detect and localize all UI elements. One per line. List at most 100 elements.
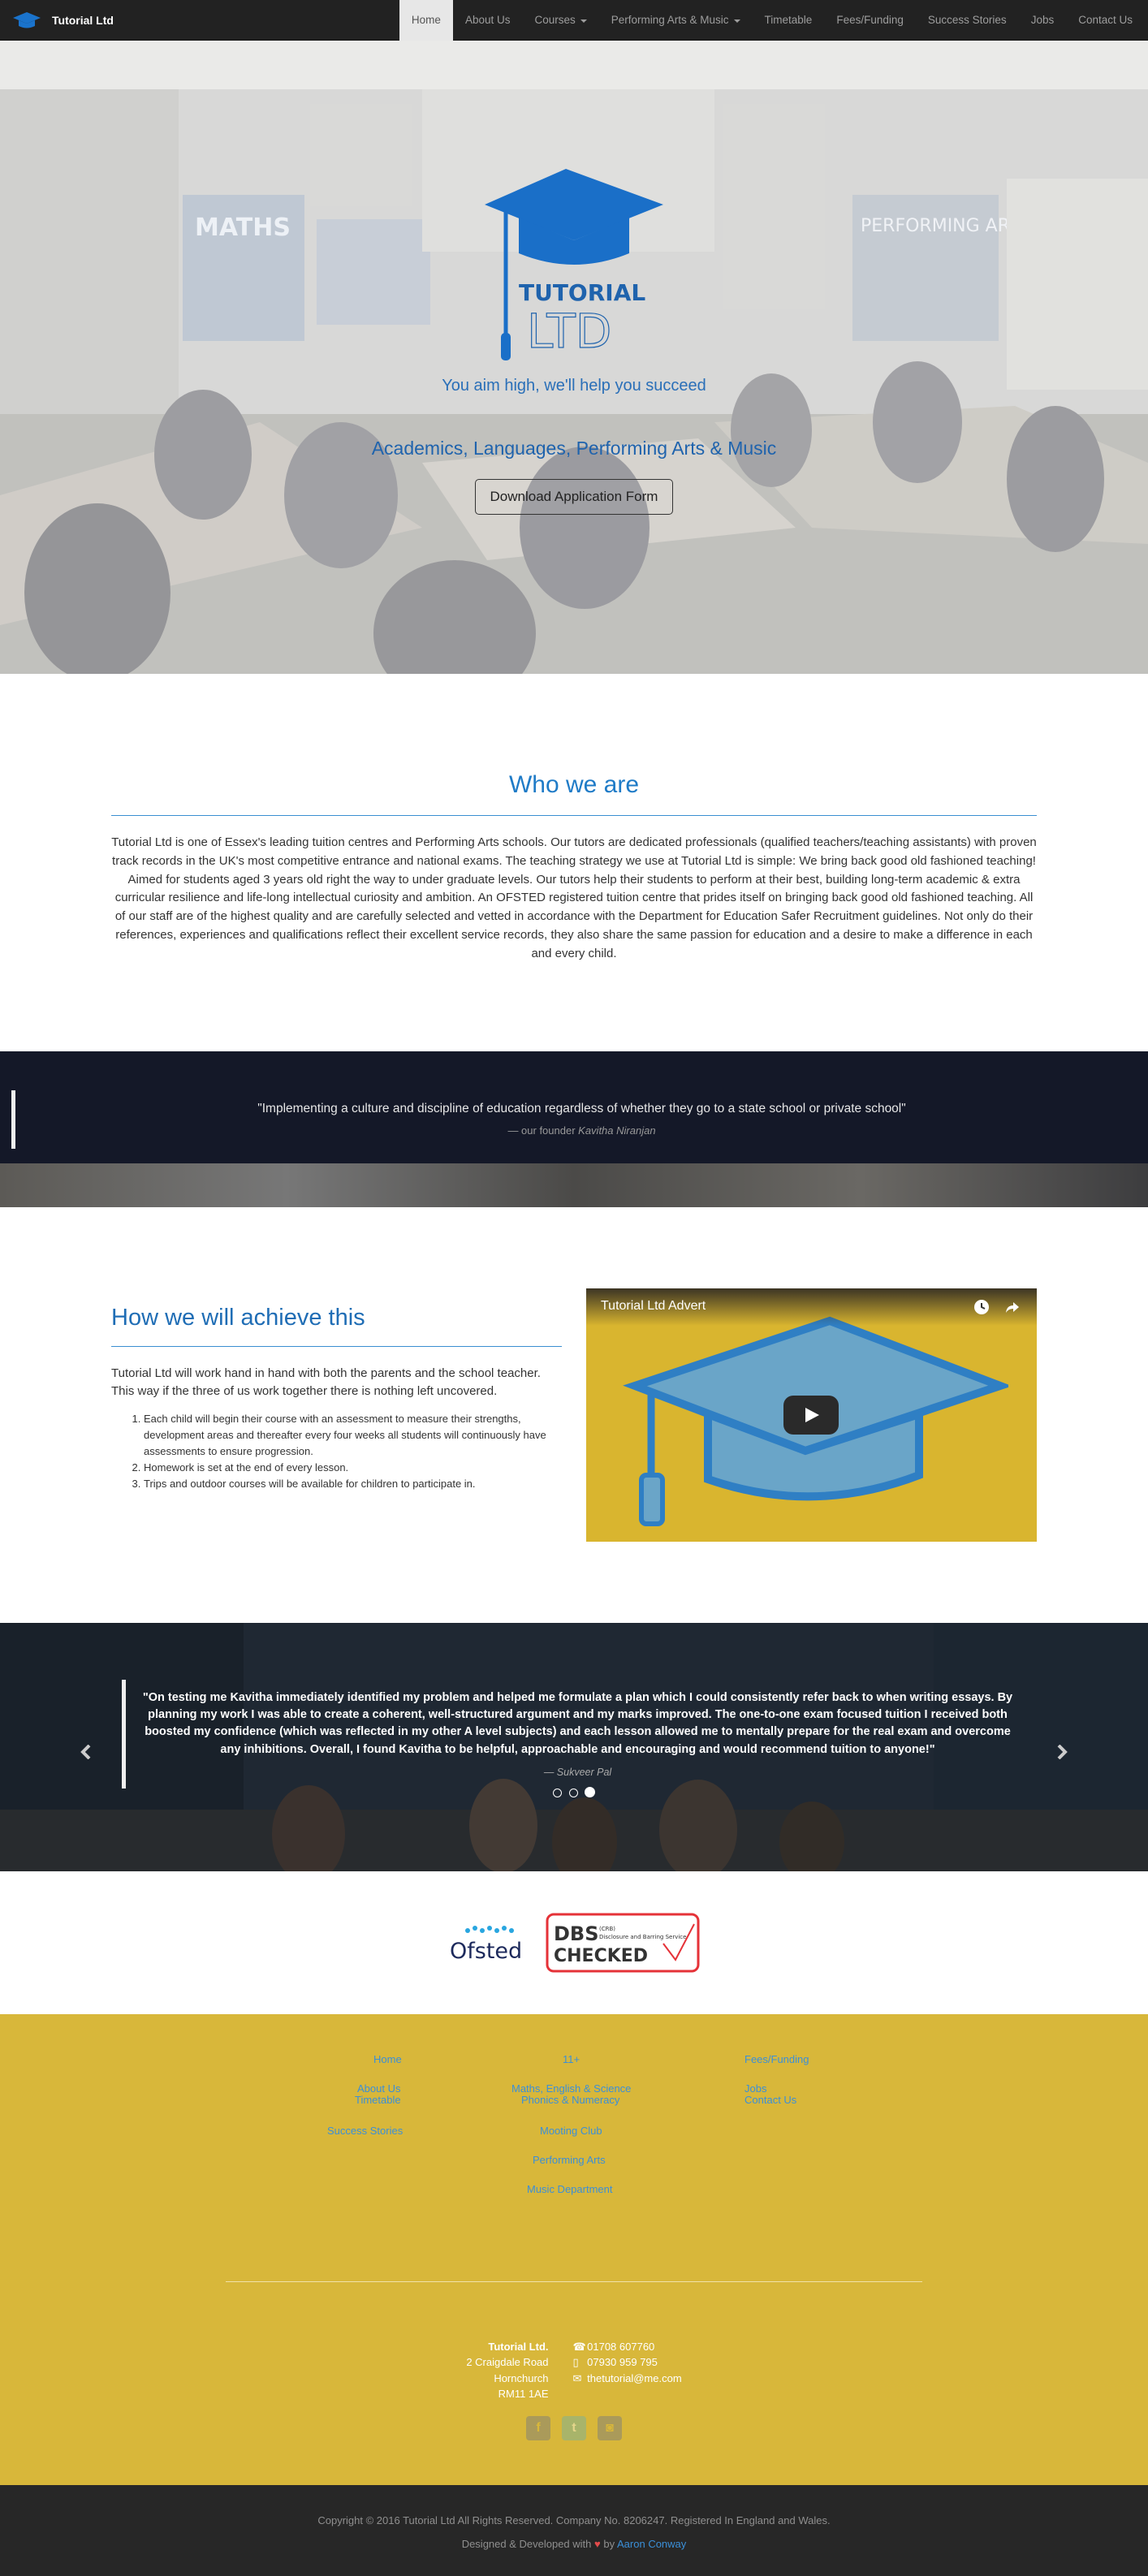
nav-jobs[interactable]: Jobs <box>1019 0 1067 41</box>
hero-content: TUTORIAL LTD You aim high, we'll help yo… <box>0 162 1148 515</box>
nav-contact-label: Contact Us <box>1078 14 1133 26</box>
nav-fees[interactable]: Fees/Funding <box>824 0 916 41</box>
nav-about[interactable]: About Us <box>453 0 523 41</box>
hero-subline: Academics, Languages, Performing Arts & … <box>371 438 777 459</box>
footer-link-success-stories[interactable]: Success Stories <box>327 2125 403 2137</box>
chevron-down-icon <box>733 19 740 23</box>
chevron-right-icon[interactable] <box>1055 1744 1069 1759</box>
footer-link-music[interactable]: Music Department <box>527 2183 612 2195</box>
section-divider <box>111 1345 562 1347</box>
quote-author-prefix: — our founder <box>507 1124 579 1137</box>
nav-home-label: Home <box>411 14 441 26</box>
phone-link[interactable]: 01708 607760 <box>587 2341 654 2353</box>
nav-success-label: Success Stories <box>927 14 1007 26</box>
testimonial-author: — Sukveer Pal <box>543 1767 612 1779</box>
footer-link-mooting[interactable]: Mooting Club <box>540 2125 602 2137</box>
carousel-dot[interactable] <box>553 1788 563 1797</box>
nav-contact[interactable]: Contact Us <box>1066 0 1145 41</box>
founder-quote: "Implementing a culture and discipline o… <box>11 1090 1148 1149</box>
hero-tagline: You aim high, we'll help you succeed <box>442 377 706 395</box>
hero-section: MATHS PERFORMING ARTS TUTORIAL LTD You a… <box>0 41 1148 674</box>
footer-link-maths-english-science[interactable]: Maths, English & Science <box>511 2082 631 2095</box>
facebook-icon[interactable]: f <box>526 2415 550 2440</box>
nav-timetable-label: Timetable <box>764 14 813 26</box>
quote-author-name: Kavitha Niranjan <box>578 1124 656 1137</box>
dbs-crb-text: (CRB) <box>599 1926 615 1932</box>
nav-timetable[interactable]: Timetable <box>753 0 825 41</box>
footer-link-11plus[interactable]: 11+ <box>563 2053 580 2065</box>
watch-later-icon[interactable] <box>973 1299 990 1315</box>
who-we-are-body: Tutorial Ltd is one of Essex's leading t… <box>111 835 1037 960</box>
nav-about-label: About Us <box>464 14 511 26</box>
footer-link-home[interactable]: Home <box>373 2053 402 2065</box>
dbs-checked-logo: DBS CHECKED (CRB) Disclosure and Barring… <box>546 1913 700 1973</box>
how-title: How we will achieve this <box>111 1304 365 1331</box>
email-link[interactable]: thetutorial@me.com <box>587 2372 682 2384</box>
footer-link-performing-arts[interactable]: Performing Arts <box>533 2154 606 2166</box>
twitter-icon[interactable]: t <box>562 2415 586 2440</box>
testimonial-text: "On testing me Kavitha immediately ident… <box>142 1690 1013 1756</box>
nav-fees-label: Fees/Funding <box>836 14 904 26</box>
share-icon[interactable] <box>1004 1299 1021 1315</box>
how-list-item: Each child will begin their course with … <box>144 1411 562 1460</box>
mobile-link[interactable]: 07930 959 795 <box>587 2356 658 2368</box>
footer-contact: Tutorial Ltd. 2 Craigdale Road Hornchurc… <box>0 2339 1148 2402</box>
footer-address: Tutorial Ltd. 2 Craigdale Road Hornchurc… <box>466 2339 548 2402</box>
footer-link-timetable[interactable]: Timetable <box>355 2094 401 2106</box>
address-line: 2 Craigdale Road <box>466 2356 549 2369</box>
footer: Home About Us Timetable Success Stories … <box>0 2013 1148 2485</box>
carousel-dot-active[interactable] <box>584 1786 595 1797</box>
how-list-item: Trips and outdoor courses will be availa… <box>144 1476 562 1492</box>
navbar: Tutorial Ltd Home About Us Courses Perfo… <box>0 0 1148 41</box>
accreditations: Ofsted DBS CHECKED (CRB) Disclosure and … <box>0 1871 1148 2014</box>
address-name: Tutorial Ltd. <box>488 2340 549 2353</box>
footer-divider <box>226 2280 922 2282</box>
footer-link-about[interactable]: About Us <box>357 2082 400 2095</box>
download-application-form-button[interactable]: Download Application Form <box>474 479 674 515</box>
credit-author-link[interactable]: Aaron Conway <box>617 2538 686 2550</box>
nav-performing-arts-label: Performing Arts & Music <box>611 14 729 26</box>
how-list: Each child will begin their course with … <box>111 1411 562 1493</box>
video-title[interactable]: Tutorial Ltd Advert <box>601 1299 706 1314</box>
footer-link-jobs[interactable]: Jobs <box>744 2082 766 2095</box>
quote-band-background-strip <box>0 1163 1148 1207</box>
founder-quote-band: "Implementing a culture and discipline o… <box>0 1051 1148 1207</box>
credit-prefix: Designed & Developed with <box>461 2537 592 2550</box>
footer-link-phonics[interactable]: Phonics & Numeracy <box>521 2094 619 2106</box>
founder-quote-text: "Implementing a culture and discipline o… <box>257 1101 906 1115</box>
footer-bottom-bar: Copyright © 2016 Tutorial Ltd All Rights… <box>0 2484 1148 2576</box>
logo-text-ltd: LTD <box>527 304 611 359</box>
dbs-title: DBS <box>554 1922 599 1945</box>
copyright-text: Copyright © 2016 Tutorial Ltd All Rights… <box>317 2513 831 2526</box>
chevron-left-icon[interactable] <box>79 1744 93 1759</box>
carousel-indicators <box>0 1786 1148 1801</box>
ofsted-logo: Ofsted <box>450 1925 521 1964</box>
video-player[interactable]: Tutorial Ltd Advert <box>586 1288 1037 1542</box>
nav-performing-arts[interactable]: Performing Arts & Music <box>599 0 753 41</box>
nav-success-stories[interactable]: Success Stories <box>916 0 1019 41</box>
who-we-are-title: Who we are <box>508 771 640 798</box>
brand-link[interactable]: Tutorial Ltd <box>0 0 114 41</box>
dbs-service-text: Disclosure and Barring Service <box>599 1934 686 1940</box>
nav-home[interactable]: Home <box>399 0 453 41</box>
instagram-icon[interactable]: ◙ <box>598 2415 622 2440</box>
mobile-icon: ▯ <box>572 2356 579 2369</box>
testimonial-quote: "On testing me Kavitha immediately ident… <box>122 1679 1016 1789</box>
testimonial-carousel: "On testing me Kavitha immediately ident… <box>0 1622 1148 1871</box>
who-we-are-section: Who we are Tutorial Ltd is one of Essex'… <box>0 674 1148 1051</box>
footer-link-contact[interactable]: Contact Us <box>744 2094 796 2106</box>
social-links: f t ◙ <box>0 2415 1148 2440</box>
nav-jobs-label: Jobs <box>1030 14 1055 26</box>
nav-courses[interactable]: Courses <box>522 0 598 41</box>
heart-icon: ♥ <box>594 2537 601 2550</box>
section-divider <box>111 815 1037 816</box>
play-button[interactable] <box>783 1395 839 1435</box>
address-line: Hornchurch <box>494 2371 549 2384</box>
how-we-achieve-section: How we will achieve this Tutorial Ltd wi… <box>0 1207 1148 1623</box>
graduation-cap-icon <box>13 11 41 28</box>
founder-quote-author: — our founder Kavitha Niranjan <box>15 1124 1148 1137</box>
footer-phones: ☎ 01708 607760 ▯ 07930 959 795 ✉ thetuto… <box>573 2339 682 2402</box>
carousel-dot[interactable] <box>568 1788 578 1797</box>
footer-link-fees[interactable]: Fees/Funding <box>744 2053 809 2065</box>
nav-courses-label: Courses <box>534 14 576 26</box>
